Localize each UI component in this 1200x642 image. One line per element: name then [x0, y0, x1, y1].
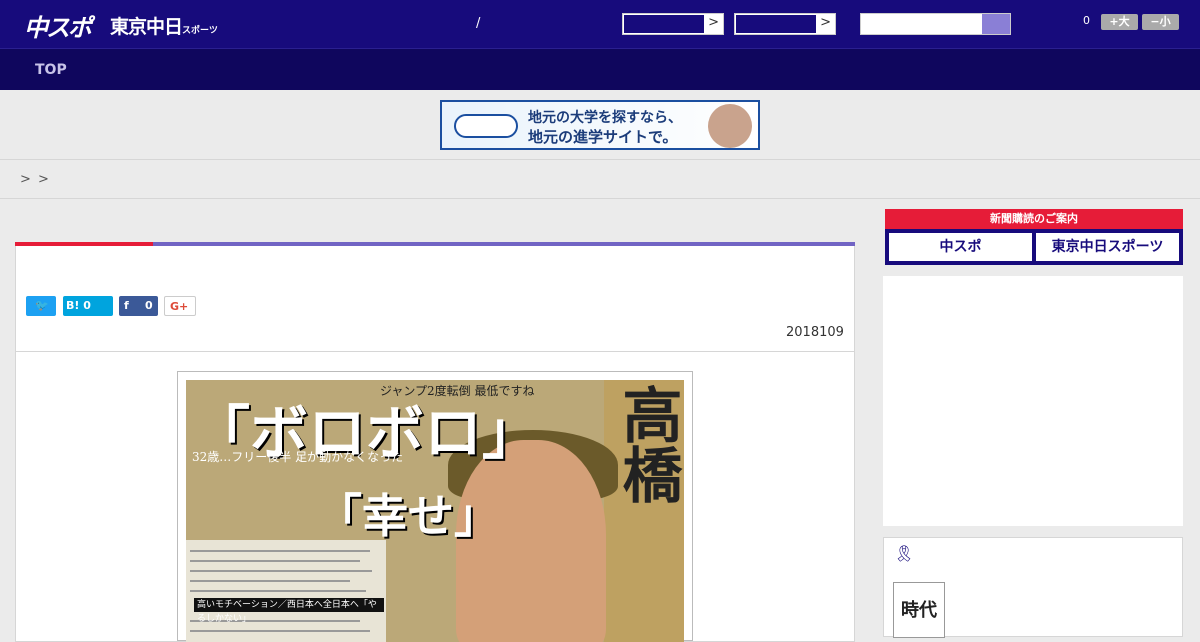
tokyo-logo-text: 東京中日 [110, 16, 183, 38]
tokyo-chunichi-logo[interactable]: 東京中日スポーツ [110, 12, 218, 39]
headline-mid: 「幸せ」 [316, 489, 500, 543]
hatena-label: B! 0 [66, 299, 91, 312]
facebook-icon: f [124, 299, 129, 312]
nav-top-link[interactable]: TOP [35, 62, 67, 78]
article-date: 2018109 [786, 325, 844, 340]
subscription-header: 新聞購読のご案内 [885, 209, 1183, 229]
chevron-right-icon: > [820, 15, 831, 30]
chuspo-logo[interactable]: 中スポ [24, 8, 92, 43]
ribbon-icon: 🎗 [894, 544, 915, 563]
ad-banner[interactable]: 地元の大学を探すなら、 地元の進学サイトで。 [440, 100, 760, 150]
newspaper-text-area [186, 540, 386, 642]
font-down-button[interactable]: −小 [1142, 14, 1179, 30]
text-line [190, 570, 372, 572]
google-plus-share-button[interactable]: G+ [164, 296, 196, 316]
article-topbar [15, 242, 855, 246]
header-separator: / [476, 16, 481, 31]
tokyo-logo-small: スポーツ [182, 26, 218, 36]
side-title: 高橋 [612, 384, 682, 504]
text-line [190, 550, 370, 552]
breadcrumb: > > [0, 161, 1200, 199]
font-size-count: 0 [1083, 14, 1090, 27]
twitter-icon: 🐦 [35, 299, 49, 312]
subheadline-left: 32歳…フリー後半 足が動かなくなった [192, 450, 404, 464]
search-input[interactable] [860, 13, 1011, 35]
twitter-share-button[interactable]: 🐦 [26, 296, 56, 316]
global-nav: TOP [0, 48, 1200, 90]
article-image[interactable]: 「ボロボロ」 ジャンプ2度転倒 最低ですね 32歳…フリー後半 足が動かなくなっ… [177, 371, 693, 642]
text-line [190, 590, 366, 592]
facebook-count: 0 [145, 299, 153, 312]
divider [15, 351, 855, 352]
site-header: 中スポ 東京中日スポーツ / > > 0 +大 −小 [0, 0, 1200, 48]
google-plus-icon: G+ [170, 300, 189, 313]
search-button[interactable] [982, 14, 1010, 34]
category-select-2[interactable]: > [734, 13, 836, 35]
image-caption: 高いモチベーション／西日本へ全日本へ「やるしかない」 [194, 598, 384, 624]
banner-person-image [708, 104, 752, 148]
text-line [190, 560, 360, 562]
ranking-box: 🎗 時代 [883, 537, 1183, 638]
select-box [735, 14, 817, 34]
breadcrumb-sep: > [20, 172, 31, 187]
text-line [190, 580, 350, 582]
banner-badge [454, 114, 518, 138]
banner-line1: 地元の大学を探すなら、 [528, 110, 682, 126]
newspaper-front-page: 「ボロボロ」 ジャンプ2度転倒 最低ですね 32歳…フリー後半 足が動かなくなっ… [186, 380, 684, 642]
banner-line2: 地元の進学サイトで。 [528, 128, 678, 146]
category-select-1[interactable]: > [622, 13, 724, 35]
hatena-share-button[interactable]: B! 0 [63, 296, 113, 316]
breadcrumb-sep: > [38, 172, 49, 187]
subheadline-top: ジャンプ2度転倒 最低ですね [380, 384, 535, 398]
tokyo-subscribe-button[interactable]: 東京中日スポーツ [1036, 233, 1179, 261]
select-box [623, 14, 705, 34]
font-up-button[interactable]: +大 [1101, 14, 1138, 30]
chuspo-subscribe-button[interactable]: 中スポ [889, 233, 1032, 261]
article-topbar-accent [15, 242, 153, 246]
chevron-right-icon: > [708, 15, 719, 30]
sidebar-ad[interactable] [883, 276, 1183, 526]
subscription-box: 新聞購読のご案内 中スポ 東京中日スポーツ [885, 209, 1183, 265]
banner-row: 地元の大学を探すなら、 地元の進学サイトで。 [0, 90, 1200, 160]
text-line [190, 630, 370, 632]
facebook-share-button[interactable]: f0 [119, 296, 158, 316]
